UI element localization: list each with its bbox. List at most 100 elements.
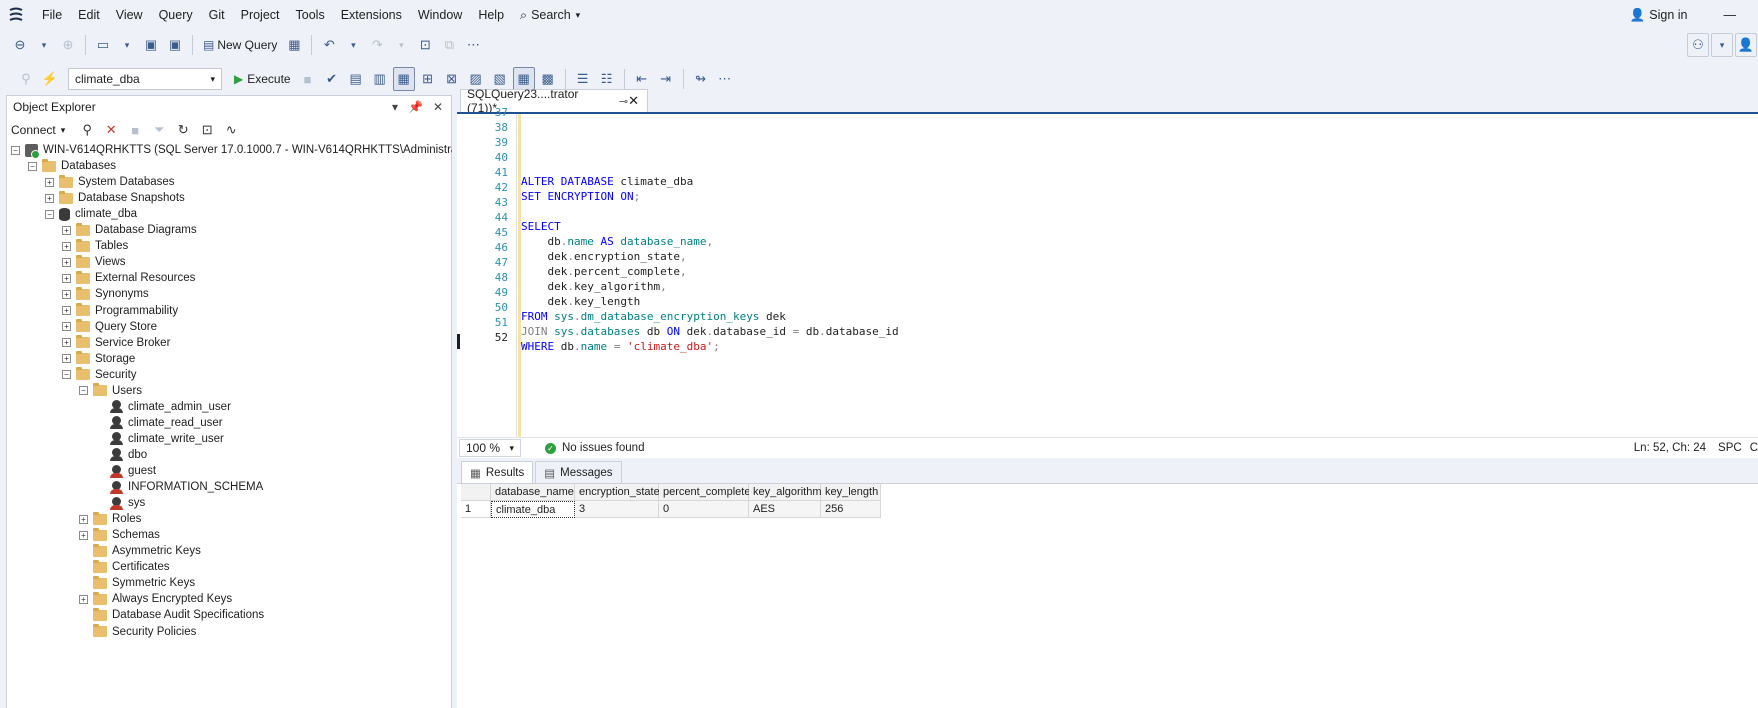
grid-corner[interactable] bbox=[461, 484, 491, 501]
search-menu[interactable]: ⌕ Search ▾ bbox=[512, 0, 588, 30]
undo-icon[interactable]: ↶ bbox=[318, 33, 340, 57]
menu-window[interactable]: Window bbox=[410, 0, 470, 30]
live-stats-icon[interactable]: ⊠ bbox=[441, 67, 463, 91]
tree-node[interactable]: + Storage bbox=[62, 351, 135, 367]
tree-node[interactable]: climate_read_user bbox=[96, 415, 223, 431]
copilot-icon[interactable]: ⚇ bbox=[1687, 33, 1709, 57]
expand-icon[interactable]: + bbox=[79, 514, 88, 524]
specify-values-icon[interactable]: ↬ bbox=[690, 67, 712, 91]
expand-icon[interactable]: + bbox=[62, 306, 71, 315]
menu-file[interactable]: File bbox=[34, 0, 70, 30]
chevron-down-icon[interactable]: ▾ bbox=[392, 100, 398, 114]
tree-node[interactable]: − WIN-V614QRHKTTS (SQL Server 17.0.1000.7… bbox=[11, 142, 475, 159]
tree-node[interactable]: climate_write_user bbox=[96, 431, 224, 447]
disconnect-icon[interactable]: ✕ bbox=[100, 118, 122, 142]
execute-button[interactable]: ▶ Execute bbox=[230, 67, 295, 91]
activity-monitor-icon[interactable]: ⊡ bbox=[414, 33, 436, 57]
sign-in-button[interactable]: 👤 Sign in bbox=[1622, 0, 1696, 30]
column-header[interactable]: key_length bbox=[821, 484, 881, 501]
menu-git[interactable]: Git bbox=[201, 0, 233, 30]
collapse-icon[interactable]: − bbox=[28, 161, 37, 171]
tree-node[interactable]: Database Audit Specifications bbox=[79, 607, 264, 623]
chevron-down-icon[interactable]: ▾ bbox=[33, 33, 55, 57]
tree-node[interactable]: + System Databases bbox=[45, 174, 175, 190]
column-header[interactable]: encryption_state bbox=[575, 484, 660, 501]
grid-cell[interactable]: 0 bbox=[659, 501, 749, 518]
expand-icon[interactable]: + bbox=[62, 257, 71, 267]
filter-icon[interactable]: ⏷ bbox=[148, 118, 170, 142]
summary-icon[interactable]: ⊡ bbox=[196, 118, 218, 142]
grid-cell[interactable]: 256 bbox=[821, 501, 881, 518]
query-icon[interactable]: ▦ bbox=[283, 33, 305, 57]
increase-indent-icon[interactable]: ⇥ bbox=[655, 67, 677, 91]
issues-indicator[interactable]: ✓ No issues found bbox=[545, 442, 644, 454]
grid-cell[interactable]: 3 bbox=[575, 501, 659, 518]
tree-node[interactable]: Asymmetric Keys bbox=[79, 543, 201, 559]
grid-cell[interactable]: climate_dba bbox=[491, 501, 575, 518]
tree-node[interactable]: + Database Snapshots bbox=[45, 190, 185, 206]
account-icon[interactable]: 👤 bbox=[1735, 33, 1757, 57]
pin-icon[interactable]: 📌 bbox=[408, 100, 423, 114]
tree-node[interactable]: dbo bbox=[96, 447, 147, 463]
query-editor[interactable]: 37 38 39 40 41 42 43 44 45 46 47 48 49 50 51 52 ALTER D… bbox=[457, 106, 1758, 437]
tree-node[interactable]: + Service Broker bbox=[62, 335, 170, 351]
column-header[interactable]: key_algorithm bbox=[749, 484, 821, 501]
activity-icon[interactable]: ∿ bbox=[220, 118, 242, 142]
tab-messages[interactable]: ▤ Messages bbox=[535, 461, 622, 483]
save-icon[interactable]: ▣ bbox=[140, 33, 162, 57]
tree-node[interactable]: + Roles bbox=[79, 511, 141, 527]
expand-icon[interactable]: + bbox=[62, 273, 71, 283]
menu-view[interactable]: View bbox=[108, 0, 151, 30]
zoom-combo[interactable]: 100 % ▾ bbox=[459, 439, 521, 457]
include-plan-icon[interactable]: ⊞ bbox=[417, 67, 439, 91]
expand-icon[interactable]: + bbox=[62, 354, 71, 364]
menu-edit[interactable]: Edit bbox=[70, 0, 108, 30]
tree-node[interactable]: INFORMATION_SCHEMA bbox=[96, 479, 263, 495]
expand-icon[interactable]: + bbox=[45, 193, 54, 203]
tab-results[interactable]: ▦ Results bbox=[461, 461, 534, 483]
back-icon[interactable]: ⊖ bbox=[9, 33, 31, 57]
expand-icon[interactable]: + bbox=[62, 225, 71, 235]
tree-node[interactable]: Security Policies bbox=[79, 624, 196, 640]
save-all-icon[interactable]: ▣ bbox=[164, 33, 186, 57]
menu-extensions[interactable]: Extensions bbox=[333, 0, 410, 30]
tree-node[interactable]: + Programmability bbox=[62, 303, 178, 319]
minimize-button[interactable]: — bbox=[1716, 0, 1745, 30]
stop-icon[interactable]: ■ bbox=[297, 67, 319, 91]
decrease-indent-icon[interactable]: ⇤ bbox=[631, 67, 653, 91]
expand-icon[interactable]: + bbox=[62, 322, 71, 332]
chevron-down-icon[interactable]: ▾ bbox=[116, 33, 138, 57]
collapse-icon[interactable]: − bbox=[11, 145, 20, 155]
chevron-down-icon[interactable]: ▾ bbox=[1711, 33, 1733, 57]
more-icon[interactable]: ⋯ bbox=[462, 33, 484, 57]
tree-node[interactable]: Certificates bbox=[79, 559, 170, 575]
tree-node[interactable]: + External Resources bbox=[62, 270, 195, 286]
tree-node[interactable]: + Always Encrypted Keys bbox=[79, 591, 232, 607]
tree-node[interactable]: + Schemas bbox=[79, 527, 160, 543]
tree-node[interactable]: climate_admin_user bbox=[96, 399, 231, 415]
redo-icon[interactable]: ↷ bbox=[366, 33, 388, 57]
tree-node[interactable]: + Tables bbox=[62, 238, 128, 254]
forward-icon[interactable]: ⊕ bbox=[57, 33, 79, 57]
menu-tools[interactable]: Tools bbox=[288, 0, 333, 30]
refresh-icon[interactable]: ↻ bbox=[172, 118, 194, 142]
tree-node[interactable]: guest bbox=[96, 463, 156, 479]
expand-icon[interactable]: + bbox=[62, 241, 71, 251]
tree-node[interactable]: Symmetric Keys bbox=[79, 575, 195, 591]
expand-icon[interactable]: + bbox=[62, 289, 71, 299]
grid-cell[interactable]: AES bbox=[749, 501, 821, 518]
collapse-icon[interactable]: − bbox=[62, 370, 71, 380]
tree-node[interactable]: − Databases bbox=[28, 158, 116, 174]
tree-node[interactable]: − climate_dba bbox=[45, 206, 137, 222]
tree-node[interactable]: + Views bbox=[62, 254, 125, 270]
column-header[interactable]: percent_complete bbox=[659, 484, 750, 501]
new-query-button[interactable]: ▤ New Query bbox=[199, 33, 281, 57]
tab-sqlquery[interactable]: SQLQuery23....trator (71))* ⊸ ✕ bbox=[460, 87, 648, 115]
connect-dropdown[interactable]: Connect ▾ bbox=[11, 123, 65, 137]
chevron-down-icon[interactable]: ▾ bbox=[342, 33, 364, 57]
collapse-icon[interactable]: − bbox=[79, 386, 88, 396]
copy-icon[interactable]: ⧉ bbox=[438, 33, 460, 57]
menu-help[interactable]: Help bbox=[470, 0, 512, 30]
expand-icon[interactable]: + bbox=[62, 338, 71, 348]
tree-node[interactable]: sys bbox=[96, 495, 145, 511]
